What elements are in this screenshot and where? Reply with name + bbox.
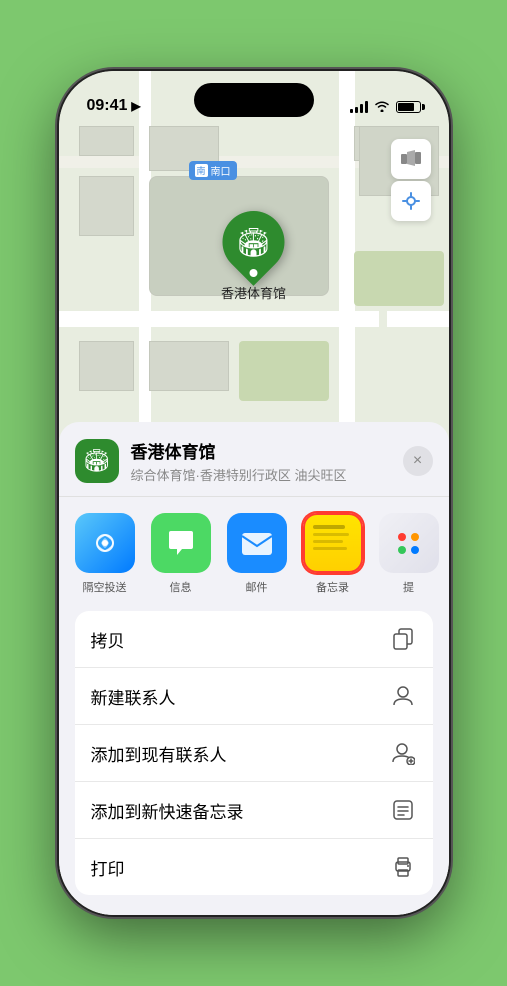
battery-icon <box>396 101 421 113</box>
notes-icon <box>303 513 363 573</box>
action-add-contact[interactable]: 添加到现有联系人 <box>75 725 433 782</box>
phone-frame: 09:41 ▶ <box>59 71 449 915</box>
bottom-sheet: 🏟 香港体育馆 综合体育馆·香港特别行政区 油尖旺区 × <box>59 422 449 915</box>
location-button[interactable] <box>391 181 431 221</box>
new-contact-label: 新建联系人 <box>91 684 176 709</box>
share-app-more[interactable]: 提 <box>375 513 443 595</box>
mail-icon <box>227 513 287 573</box>
airdrop-label: 隔空投送 <box>83 579 127 595</box>
share-app-mail[interactable]: 邮件 <box>223 513 291 595</box>
share-app-messages[interactable]: 信息 <box>147 513 215 595</box>
new-contact-icon <box>389 682 417 710</box>
map-type-button[interactable] <box>391 139 431 179</box>
sheet-header: 🏟 香港体育馆 综合体育馆·香港特别行政区 油尖旺区 × <box>59 422 449 497</box>
share-apps-row: 隔空投送 信息 <box>59 497 449 611</box>
venue-subtitle: 综合体育馆·香港特别行政区 油尖旺区 <box>131 465 403 484</box>
dynamic-island <box>194 83 314 117</box>
print-label: 打印 <box>91 855 125 880</box>
more-apps-icon <box>379 513 439 573</box>
action-new-contact[interactable]: 新建联系人 <box>75 668 433 725</box>
pin-shadow <box>249 269 257 277</box>
signal-icon <box>350 101 368 113</box>
share-app-notes[interactable]: 备忘录 <box>299 513 367 595</box>
location-pin: 🏟 香港体育馆 <box>221 211 286 302</box>
location-icon: ▶ <box>131 99 140 113</box>
messages-label: 信息 <box>170 579 192 595</box>
stadium-icon: 🏟 <box>236 226 272 259</box>
phone-screen: 09:41 ▶ <box>59 71 449 915</box>
share-app-airdrop[interactable]: 隔空投送 <box>71 513 139 595</box>
more-apps-label: 提 <box>403 579 414 595</box>
venue-info: 香港体育馆 综合体育馆·香港特别行政区 油尖旺区 <box>131 438 403 484</box>
print-icon <box>389 853 417 881</box>
messages-icon <box>151 513 211 573</box>
action-list: 拷贝 新建联系人 <box>75 611 433 895</box>
airdrop-icon <box>75 513 135 573</box>
action-copy[interactable]: 拷贝 <box>75 611 433 668</box>
pin-venue-label: 香港体育馆 <box>221 283 286 302</box>
venue-app-icon: 🏟 <box>75 439 119 483</box>
action-quick-note[interactable]: 添加到新快速备忘录 <box>75 782 433 839</box>
copy-label: 拷贝 <box>91 627 125 652</box>
notes-label: 备忘录 <box>316 579 349 595</box>
mail-label: 邮件 <box>246 579 268 595</box>
map-controls <box>391 139 431 223</box>
quick-note-icon <box>389 796 417 824</box>
add-contact-icon <box>389 739 417 767</box>
quick-note-label: 添加到新快速备忘录 <box>91 798 244 823</box>
close-button[interactable]: × <box>403 446 433 476</box>
wifi-icon <box>374 99 390 115</box>
add-contact-label: 添加到现有联系人 <box>91 741 227 766</box>
action-print[interactable]: 打印 <box>75 839 433 895</box>
venue-name: 香港体育馆 <box>131 438 403 463</box>
time-display: 09:41 ▶ <box>87 97 141 115</box>
status-icons <box>350 99 421 115</box>
copy-icon <box>389 625 417 653</box>
south-entrance-label: 南 南口 <box>189 161 237 180</box>
